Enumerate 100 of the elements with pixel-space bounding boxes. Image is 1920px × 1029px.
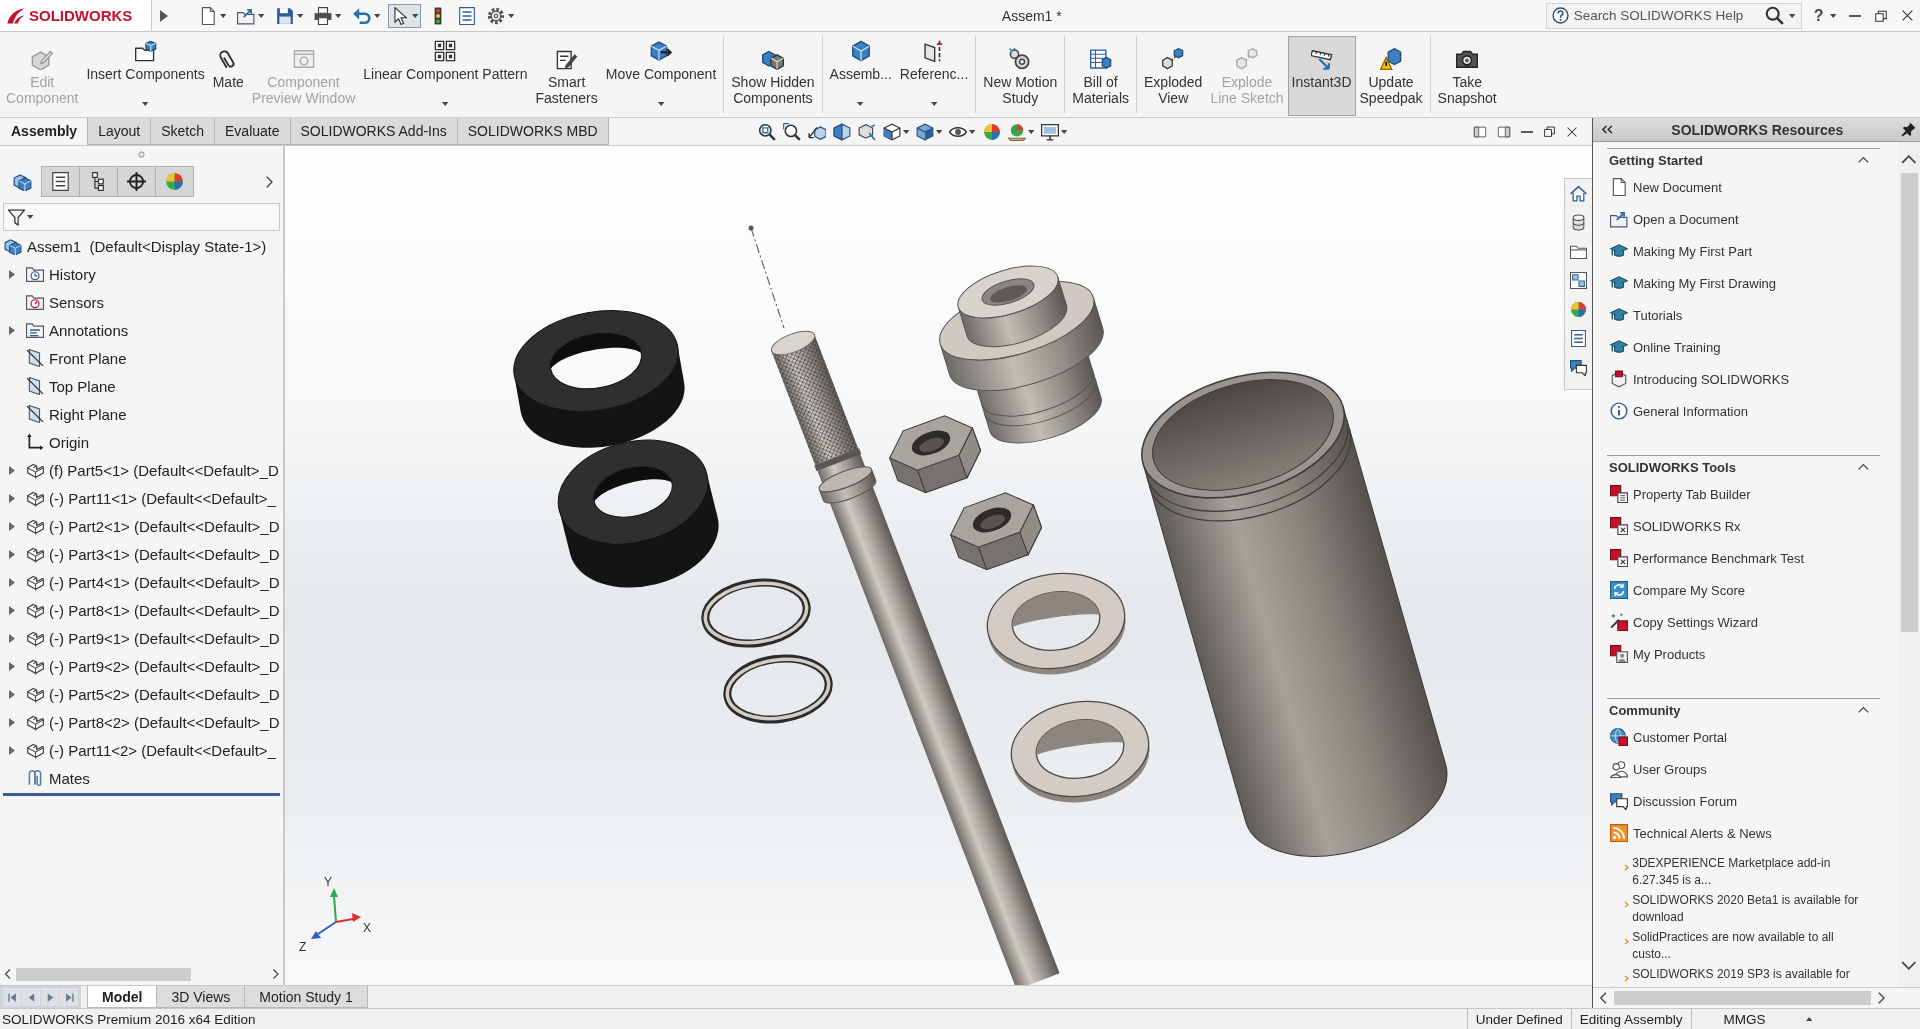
ribbon-tab[interactable]: Evaluate xyxy=(214,118,291,145)
help-icon[interactable] xyxy=(1551,7,1569,24)
help-button[interactable]: ? xyxy=(1813,6,1836,25)
chevron-up-icon[interactable] xyxy=(1857,706,1870,714)
view-tool-button[interactable] xyxy=(882,122,910,141)
expand-arrow-icon[interactable] xyxy=(9,689,15,699)
ribbon-tab[interactable]: Layout xyxy=(87,118,152,145)
tree-item[interactable]: Assem1 (Default<Display State-1>) xyxy=(27,237,267,255)
expand-arrow-icon[interactable] xyxy=(9,549,15,559)
tree-item[interactable]: Right Plane xyxy=(49,405,127,423)
tree-item[interactable]: Front Plane xyxy=(49,349,127,367)
resource-link[interactable]: SOLIDWORKS Rx xyxy=(1633,518,1741,534)
expand-arrow-icon[interactable] xyxy=(9,325,15,335)
resource-link[interactable]: Copy Settings Wizard xyxy=(1633,614,1758,630)
drag-handle-icon[interactable] xyxy=(138,150,145,158)
resource-link[interactable]: My Products xyxy=(1633,646,1706,662)
resource-link[interactable]: Property Tab Builder xyxy=(1633,486,1751,502)
view-tab[interactable]: Model xyxy=(87,986,158,1008)
chevron-down-icon[interactable] xyxy=(1900,960,1918,971)
tree-item[interactable]: (-) Part8<1> (Default<<Default>_D xyxy=(49,601,280,619)
caret-icon[interactable] xyxy=(1789,13,1796,18)
command-button[interactable]: Show Hidden Components xyxy=(727,32,819,116)
panel-tab[interactable] xyxy=(117,166,156,197)
command-button[interactable]: Smart Fasteners xyxy=(531,32,602,116)
command-button[interactable]: New Motion Study xyxy=(979,32,1062,116)
tree-item[interactable]: (-) Part11<2> (Default<<Default>_ xyxy=(49,741,276,759)
logo-button[interactable]: SOLIDWORKS xyxy=(0,0,152,31)
chevron-up-icon[interactable] xyxy=(1857,463,1870,471)
panel-tab[interactable] xyxy=(41,166,80,197)
resource-link[interactable]: Discussion Forum xyxy=(1633,793,1738,809)
resource-link[interactable]: Open a Document xyxy=(1633,211,1739,227)
vertical-scrollbar[interactable] xyxy=(1898,142,1920,987)
command-button[interactable]: Instant3D xyxy=(1287,36,1356,116)
view-tool-button[interactable] xyxy=(832,122,851,141)
ribbon-tab[interactable]: SOLIDWORKS MBD xyxy=(456,118,609,145)
resource-link[interactable]: Online Training xyxy=(1633,339,1721,355)
tree-item[interactable]: Origin xyxy=(49,433,89,451)
tree-item[interactable]: (f) Part5<1> (Default<<Default>_D xyxy=(49,461,279,479)
tab-scroll-button[interactable] xyxy=(3,988,21,1006)
expand-arrow-icon[interactable] xyxy=(9,661,15,671)
resource-link[interactable]: New Document xyxy=(1633,179,1722,195)
chevron-up-icon[interactable] xyxy=(1857,156,1870,164)
resource-link[interactable]: Tutorials xyxy=(1633,307,1683,323)
tree-item[interactable]: (-) Part4<1> (Default<<Default>_D xyxy=(49,573,280,591)
horizontal-scrollbar[interactable] xyxy=(1593,987,1920,1008)
command-button[interactable]: Assemb... xyxy=(825,32,896,116)
resource-link[interactable]: Customer Portal xyxy=(1633,729,1727,745)
command-button[interactable]: Insert Components xyxy=(82,32,209,116)
tree-item[interactable]: (-) Part9<2> (Default<<Default>_D xyxy=(49,657,280,675)
view-tool-button[interactable] xyxy=(857,122,876,141)
resource-link[interactable]: Performance Benchmark Test xyxy=(1633,550,1804,566)
resource-link[interactable]: Making My First Drawing xyxy=(1633,275,1777,291)
chevron-left-icon[interactable] xyxy=(4,968,12,980)
command-button[interactable]: Take Snapshot xyxy=(1433,32,1501,116)
task-pane-tab[interactable] xyxy=(1570,359,1587,376)
scroll-thumb[interactable] xyxy=(1613,991,1871,1005)
expand-arrow-icon[interactable] xyxy=(9,465,15,475)
search-field[interactable]: Search SOLIDWORKS Help xyxy=(1573,5,1761,26)
tree-item[interactable]: (-) Part5<2> (Default<<Default>_D xyxy=(49,685,280,703)
ribbon-tab[interactable]: Sketch xyxy=(150,118,215,145)
task-pane-tab[interactable] xyxy=(1570,214,1587,231)
expand-arrow-icon[interactable] xyxy=(9,745,15,755)
tree-item[interactable]: (-) Part11<1> (Default<<Default>_ xyxy=(49,489,276,507)
filter-field[interactable] xyxy=(3,203,280,231)
tree-item[interactable]: Top Plane xyxy=(49,377,116,395)
news-link[interactable]: SOLIDWORKS 2020 Beta1 is available for download xyxy=(1632,892,1859,926)
news-link[interactable]: SOLIDWORKS 2019 SP3 is available for xyxy=(1632,966,1850,983)
search-icon[interactable] xyxy=(1765,6,1785,25)
resource-link[interactable]: User Groups xyxy=(1633,761,1707,777)
chevron-up-icon[interactable] xyxy=(1900,154,1918,165)
resource-link[interactable]: Compare My Score xyxy=(1633,582,1745,598)
tree-item[interactable]: Mates xyxy=(49,769,90,787)
scroll-thumb[interactable] xyxy=(1900,173,1918,632)
command-button[interactable]: Update Speedpak xyxy=(1355,32,1427,116)
expand-arrow-icon[interactable] xyxy=(9,577,15,587)
view-tool-button[interactable] xyxy=(1041,122,1068,141)
command-button[interactable]: Referenc... xyxy=(895,32,973,116)
scroll-thumb[interactable] xyxy=(15,967,191,981)
task-pane-tab[interactable] xyxy=(1570,243,1587,260)
expand-arrow-icon[interactable] xyxy=(9,521,15,531)
tree-item[interactable]: (-) Part3<1> (Default<<Default>_D xyxy=(49,545,280,563)
expand-arrow-icon[interactable] xyxy=(9,269,15,279)
command-button[interactable]: Linear Component Pattern xyxy=(359,32,532,116)
command-button[interactable]: Exploded View xyxy=(1140,32,1207,116)
tab-scroll-button[interactable] xyxy=(41,988,59,1006)
task-pane-tab[interactable] xyxy=(1570,185,1587,202)
tab-scroll-button[interactable] xyxy=(22,988,40,1006)
view-tool-button[interactable] xyxy=(782,122,801,141)
chevron-right-icon[interactable] xyxy=(271,968,279,980)
panel-tab[interactable] xyxy=(79,166,118,197)
view-tab[interactable]: Motion Study 1 xyxy=(244,986,368,1008)
restore-button[interactable] xyxy=(1543,123,1556,140)
chevron-right-icon[interactable] xyxy=(1876,991,1886,1005)
expand-arrow-icon[interactable] xyxy=(9,717,15,727)
view-tool-button[interactable] xyxy=(757,122,776,141)
tree-item[interactable]: Sensors xyxy=(49,293,105,311)
pin-icon[interactable] xyxy=(1901,122,1916,137)
command-button[interactable]: Move Component xyxy=(601,32,721,116)
news-link[interactable]: SolidPractices are now available to all custo... xyxy=(1632,929,1834,963)
select-button[interactable] xyxy=(388,3,422,28)
